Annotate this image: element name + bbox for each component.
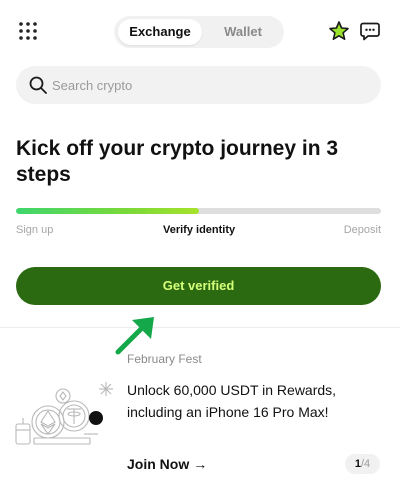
progress-fill	[16, 208, 199, 214]
onboarding-progress-bar	[16, 208, 381, 214]
promo-title: Unlock 60,000 USDT in Rewards, including…	[127, 382, 337, 420]
join-now-link[interactable]: Join Now →	[127, 456, 207, 472]
step-verify-identity: Verify identity	[163, 224, 236, 236]
grid-menu-icon[interactable]	[18, 21, 38, 41]
get-verified-button[interactable]: Get verified	[16, 267, 381, 305]
arrow-right-icon: →	[193, 456, 208, 472]
carousel-pager: 1/4	[345, 454, 380, 474]
promo-tag: February Fest	[127, 352, 202, 366]
page-title: Kick off your crypto journey in 3 steps	[16, 137, 339, 186]
search-bar[interactable]	[16, 66, 381, 104]
promo-illustration	[14, 378, 122, 450]
join-now-label: Join Now	[127, 456, 190, 472]
tab-exchange[interactable]: Exchange	[118, 19, 202, 45]
search-icon	[28, 75, 48, 95]
step-sign-up: Sign up	[16, 224, 54, 236]
tab-wallet[interactable]: Wallet	[206, 19, 280, 45]
pager-total: /4	[360, 458, 371, 470]
exchange-wallet-switch: Exchange Wallet	[114, 16, 284, 48]
star-icon[interactable]	[328, 20, 350, 42]
step-deposit: Deposit	[343, 224, 381, 236]
chat-icon[interactable]	[359, 20, 381, 42]
top-bar: Exchange Wallet	[0, 0, 400, 62]
section-divider	[0, 327, 400, 328]
search-input[interactable]	[52, 66, 362, 104]
